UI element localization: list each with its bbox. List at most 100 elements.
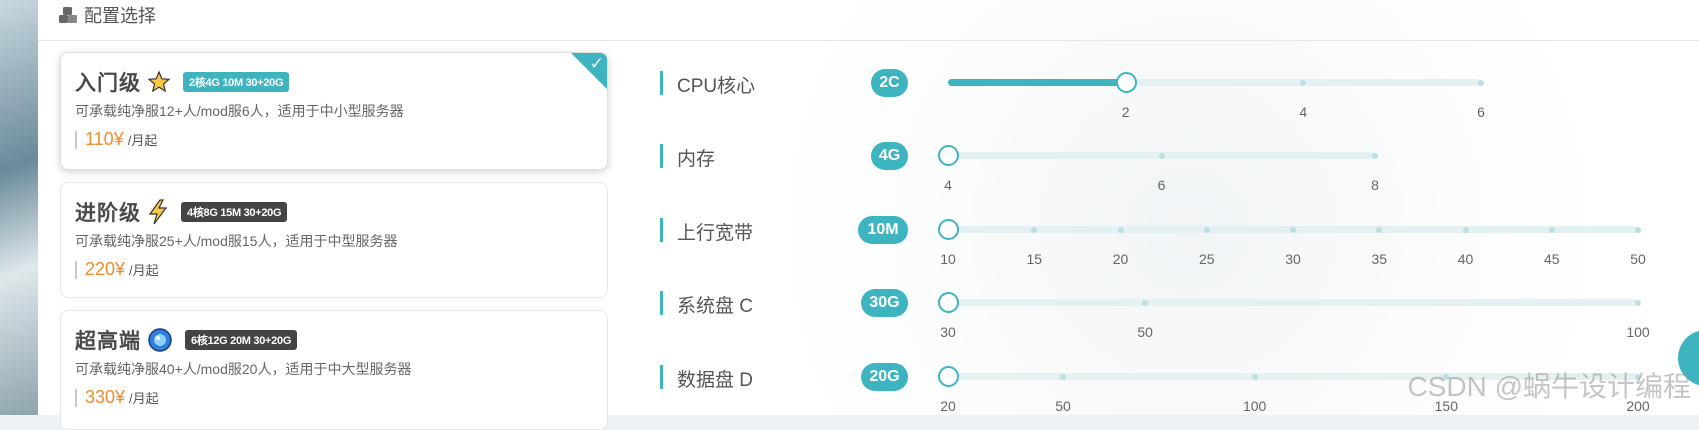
plan-description: 可承载纯净服40+人/mod服20人，适用于中大型服务器 xyxy=(75,361,412,377)
price-unit: /月起 xyxy=(127,133,158,148)
slider-mark-label: 8 xyxy=(1371,177,1379,193)
cpu-slider[interactable]: 2 4 6 xyxy=(948,72,1485,120)
slider-mark-label: 20 xyxy=(940,398,956,414)
plan-card-starter[interactable]: 入门级 2核4G 10M 30+20G 可承载纯净服12+人/mod服6人，适用… xyxy=(60,52,608,170)
slider-handle[interactable] xyxy=(938,366,959,387)
plan-price-row: 220¥ /月起 xyxy=(75,259,159,280)
slider-row-cpu: CPU核心 2C 2 4 6 xyxy=(660,68,1699,120)
bandwidth-slider[interactable]: 10 15 20 25 30 35 40 45 50 xyxy=(938,219,1646,267)
row-accent-bar xyxy=(660,218,663,242)
slider-stop xyxy=(1117,226,1124,233)
plan-spec-tag: 6核12G 20M 30+20G xyxy=(185,330,298,350)
slider-mark-label: 35 xyxy=(1371,251,1388,267)
plan-description: 可承载纯净服25+人/mod服15人，适用于中型服务器 xyxy=(75,233,398,249)
background-image-strip xyxy=(0,0,38,415)
value-badge: 2C xyxy=(871,69,908,97)
value-badge: 10M xyxy=(858,216,908,244)
slider-mark-label: 100 xyxy=(1242,398,1267,414)
slider-stop xyxy=(1462,226,1469,233)
row-accent-bar xyxy=(660,71,663,95)
slider-stop xyxy=(1060,373,1066,380)
slider-stop xyxy=(1158,152,1165,159)
slider-stop xyxy=(1635,226,1641,233)
slider-label: 上行宽带 xyxy=(677,223,754,244)
slider-stop xyxy=(1300,79,1307,86)
slider-stop xyxy=(1142,299,1149,306)
slider-stop xyxy=(1548,226,1555,233)
system-disk-slider[interactable]: 30 50 100 xyxy=(938,292,1650,340)
star-icon xyxy=(147,70,171,93)
price-unit: /月起 xyxy=(129,391,159,406)
header-divider xyxy=(38,40,1699,41)
plan-name: 进阶级 xyxy=(75,202,141,225)
slider-handle[interactable] xyxy=(938,292,959,313)
price-unit: /月起 xyxy=(129,263,159,278)
slider-row-system-disk: 系统盘 C 30G 30 50 100 xyxy=(660,288,1699,340)
row-accent-bar xyxy=(660,144,663,168)
cubes-icon xyxy=(59,7,77,23)
plan-name: 入门级 xyxy=(75,72,141,95)
slider-mark-label: 40 xyxy=(1457,251,1474,267)
value-badge: 20G xyxy=(861,363,908,391)
slider-label: 系统盘 C xyxy=(677,296,754,317)
slider-stop xyxy=(1376,226,1383,233)
section-title: 配置选择 xyxy=(84,6,156,26)
slider-label: 内存 xyxy=(677,149,716,170)
slider-mark-label: 6 xyxy=(1157,177,1166,193)
slider-handle[interactable] xyxy=(1115,72,1137,93)
slider-handle[interactable] xyxy=(938,145,959,166)
slider-handle[interactable] xyxy=(938,219,959,240)
slider-mark-label: 4 xyxy=(1299,104,1308,120)
price-divider xyxy=(75,130,77,149)
slider-mark-label: 10 xyxy=(940,251,956,267)
plan-price: 220¥ xyxy=(85,259,126,279)
row-accent-bar xyxy=(660,365,663,389)
lightning-icon xyxy=(148,199,168,225)
slider-mark-label: 50 xyxy=(1137,324,1153,340)
row-accent-bar xyxy=(660,291,663,315)
plan-price: 330¥ xyxy=(85,387,126,407)
slider-mark-label: 45 xyxy=(1543,251,1560,267)
plan-name: 超高端 xyxy=(75,330,141,353)
plan-spec-tag: 4核8G 15M 30+20G xyxy=(181,202,288,222)
slider-stop xyxy=(1635,299,1641,306)
plan-card-premium[interactable]: 超高端 6核12G 20M 30+20G 可承载纯净服40+人/mod服20人，… xyxy=(60,310,608,430)
slider-row-bandwidth: 上行宽带 10M 10 15 20 25 30 35 40 45 50 xyxy=(660,215,1699,267)
slider-mark-label: 25 xyxy=(1198,251,1215,267)
memory-slider[interactable]: 4 6 8 xyxy=(938,145,1379,193)
slider-stop xyxy=(1372,152,1378,159)
slider-mark-label: 2 xyxy=(1121,104,1130,120)
slider-label: CPU核心 xyxy=(677,76,756,97)
slider-mark-label: 6 xyxy=(1477,104,1485,120)
slider-mark-label: 30 xyxy=(940,324,956,340)
plan-price-row: 110¥ /月起 xyxy=(75,129,157,150)
plan-spec-tag: 2核4G 10M 30+20G xyxy=(183,72,290,92)
value-badge: 30G xyxy=(861,289,908,317)
slider-mark-label: 50 xyxy=(1630,251,1646,267)
section-header: 配置选择 xyxy=(58,0,156,30)
plan-price: 110¥ xyxy=(85,129,124,149)
plan-price-row: 330¥ /月起 xyxy=(75,387,159,408)
slider-stop xyxy=(1478,79,1484,86)
slider-mark-label: 4 xyxy=(944,177,952,193)
slider-mark-label: 100 xyxy=(1626,324,1650,340)
slider-stop xyxy=(1251,373,1258,380)
price-divider xyxy=(75,260,77,279)
slider-stop xyxy=(1290,226,1296,233)
slider-label: 数据盘 D xyxy=(677,370,754,391)
slider-mark-label: 30 xyxy=(1285,251,1301,267)
slider-stop xyxy=(1203,226,1210,233)
check-icon: ✓ xyxy=(589,54,604,73)
slider-fill xyxy=(948,79,1126,86)
watermark: CSDN @蜗牛设计编程 xyxy=(1407,371,1691,402)
slider-mark-label: 20 xyxy=(1112,251,1129,267)
slider-row-memory: 内存 4G 4 6 8 xyxy=(660,141,1699,193)
value-badge: 4G xyxy=(871,142,908,170)
price-divider xyxy=(75,388,77,407)
plan-description: 可承载纯净服12+人/mod服6人，适用于中小型服务器 xyxy=(75,103,404,119)
slider-mark-label: 15 xyxy=(1026,251,1043,267)
plan-card-advanced[interactable]: 进阶级 4核8G 15M 30+20G 可承载纯净服25+人/mod服15人，适… xyxy=(60,182,608,298)
slider-mark-label: 50 xyxy=(1055,398,1071,414)
slider-stop xyxy=(1031,226,1038,233)
gem-icon xyxy=(148,328,172,352)
